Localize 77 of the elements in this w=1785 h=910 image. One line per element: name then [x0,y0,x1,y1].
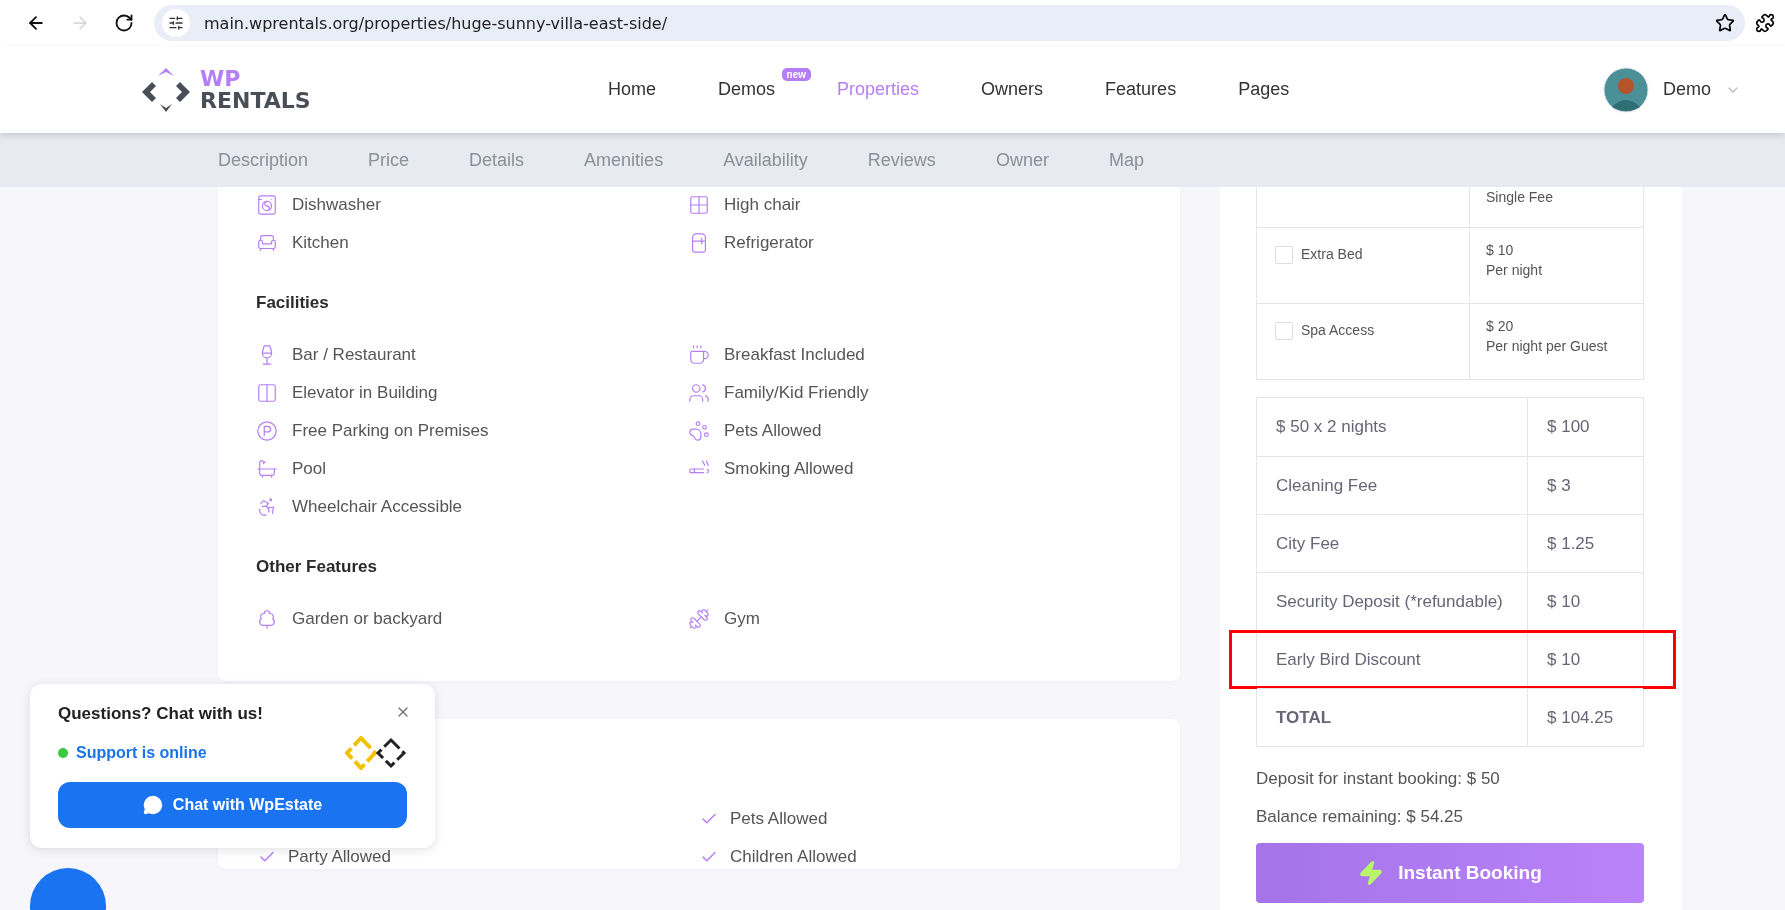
price-value: $ 10 [1527,573,1643,630]
url-text: main.wprentals.org/properties/huge-sunny-villa-east-side/ [204,13,669,33]
price-label: $ 50 x 2 nights [1275,416,1388,438]
amenity-label: Pets Allowed [724,421,822,441]
price-label: Early Bird Discount [1275,648,1422,671]
tree-icon [256,608,278,630]
support-status: Support is online [58,744,207,762]
rule-label: Pets Allowed [730,809,828,829]
chat-bubble-icon [142,795,163,815]
amenity-label: Refrigerator [724,233,814,253]
amenity-label: Garden or backyard [292,609,443,629]
extra-label: Extra Bed [1301,246,1363,262]
section-tab[interactable]: Owner [995,149,1049,171]
price-label: Security Deposit (*refundable) [1275,590,1504,613]
price-label: Cleaning Fee [1275,474,1379,497]
extra-price-note: Per night per Guest [1486,338,1609,354]
site-settings-icon[interactable] [162,9,190,37]
amenity-label: Wheelchair Accessible [292,497,463,517]
people-icon [688,382,710,404]
section-tab[interactable]: Map [1108,149,1144,171]
instant-booking-button[interactable]: Instant Booking [1256,843,1644,903]
amenity-label: Pool [292,459,327,479]
logo[interactable]: WP RENTALS [138,63,608,116]
section-tab[interactable]: Reviews [867,149,936,171]
amenity-label: Free Parking on Premises [292,421,489,441]
cup-icon [688,344,710,366]
nav-link[interactable]: Home [608,79,656,100]
section-title: Other Features [256,557,378,577]
chat-title: Questions? Chat with us! [58,704,263,724]
nav-link[interactable]: Properties [837,79,920,100]
lightning-icon [1358,860,1385,886]
section-tab[interactable]: Details [469,149,525,171]
amenity-label: Kitchen [292,233,349,253]
washer-icon [256,194,278,216]
dumbbell-icon [688,608,710,630]
new-badge: new [781,68,812,81]
avatar[interactable] [1603,66,1649,113]
user-name[interactable]: Demo [1663,79,1711,100]
paw-icon [688,420,710,442]
address-bar[interactable]: main.wprentals.org/properties/huge-sunny-villa-east-side/ [154,5,1745,41]
amenity-label: Family/Kid Friendly [724,383,869,403]
nav-link[interactable]: Pages [1238,79,1290,100]
section-title: Facilities [256,293,330,313]
extra-price: $ 20 [1486,318,1515,334]
amenity-label: Elevator in Building [292,383,438,403]
bath-icon [256,458,278,480]
price-value: $ 104.25 [1527,689,1643,746]
amenity-label: Smoking Allowed [724,459,854,479]
bookmark-star-icon[interactable] [1715,13,1735,33]
nav-link[interactable]: Features [1105,79,1177,100]
parking-icon [256,420,278,442]
extra-price-note: Single Fee [1486,189,1554,205]
extra-price: $ 10 [1486,242,1515,258]
price-label: TOTAL [1275,706,1333,729]
rule-label: Party Allowed [288,847,391,867]
extra-label: Spa Access [1301,322,1375,338]
rule-label: Children Allowed [730,847,857,867]
section-tab[interactable]: Price [368,149,410,171]
amenity-label: Dishwasher [292,195,381,215]
balance-text: Balance remaining: $ 54.25 [1256,807,1464,827]
amenity-label: High chair [724,195,801,215]
extra-price-note: Per night [1486,262,1544,278]
section-tab[interactable]: Amenities [584,149,664,171]
amenity-label: Breakfast Included [724,345,865,365]
amenity-label: Gym [724,609,760,629]
nav-link[interactable]: Owners [981,79,1044,100]
extensions-icon[interactable] [1755,13,1775,33]
price-label: City Fee [1275,532,1341,555]
diamond-logo-icon [345,736,407,770]
section-tab[interactable]: Description [218,149,309,171]
checkbox[interactable] [1275,246,1293,264]
section-tab[interactable]: Availability [723,149,808,171]
chair-icon [256,232,278,254]
chat-button[interactable]: Chat with WpEstate [58,782,407,828]
amenity-label: Bar / Restaurant [292,345,416,365]
deposit-text: Deposit for instant booking: $ 50 [1256,769,1501,789]
checkbox[interactable] [1275,322,1293,340]
